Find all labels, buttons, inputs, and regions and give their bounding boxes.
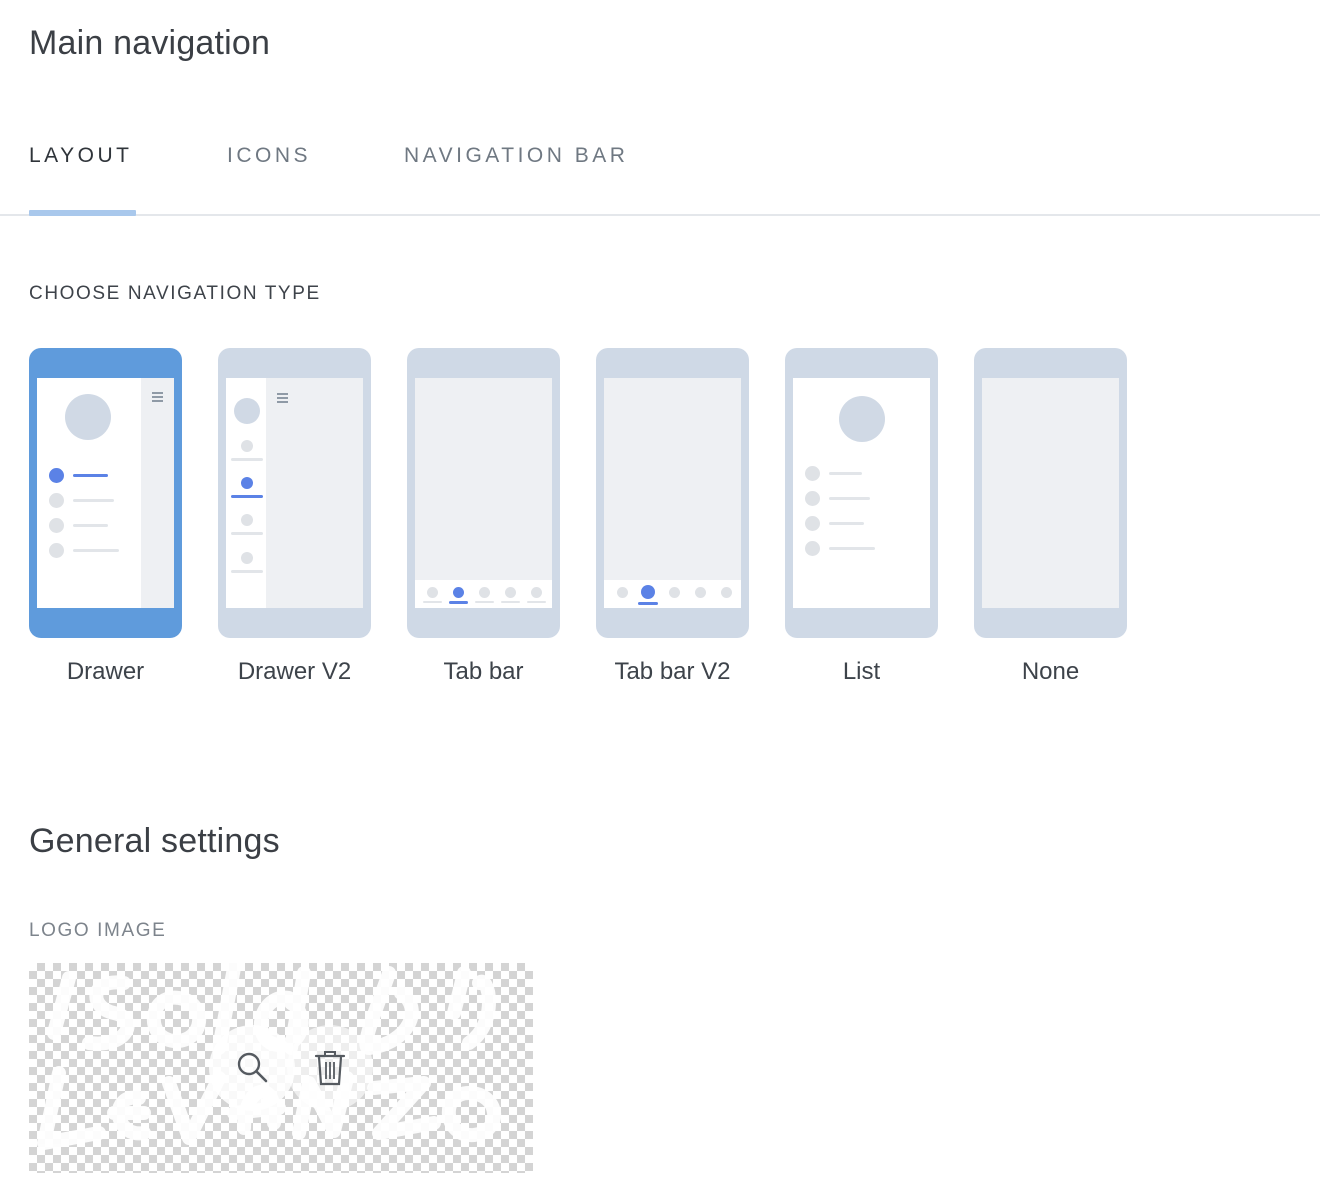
- general-settings-title: General settings: [29, 822, 280, 860]
- nav-option-none[interactable]: None: [974, 348, 1127, 685]
- drawer-preview: [29, 348, 182, 638]
- nav-option-label: Tab bar V2: [614, 658, 731, 685]
- active-tab-indicator: [29, 210, 136, 216]
- list-preview: [785, 348, 938, 638]
- nav-option-label: Drawer: [66, 658, 145, 685]
- choose-navigation-type-heading: CHOOSE NAVIGATION TYPE: [29, 283, 321, 304]
- none-preview: [974, 348, 1127, 638]
- nav-option-tab-bar[interactable]: Tab bar: [407, 348, 560, 685]
- nav-option-tab-bar-v2[interactable]: Tab bar V2: [596, 348, 749, 685]
- logo-image-label: LOGO IMAGE: [29, 920, 167, 941]
- logo-image-preview[interactable]: [29, 963, 533, 1173]
- drawer-v2-preview: [218, 348, 371, 638]
- tab-bar-preview: [407, 348, 560, 638]
- nav-option-drawer-v2[interactable]: Drawer V2: [218, 348, 371, 685]
- nav-option-drawer[interactable]: Drawer: [29, 348, 182, 685]
- tab-navigation-bar[interactable]: NAVIGATION BAR: [404, 144, 628, 168]
- search-icon: [237, 1052, 268, 1083]
- logo-actions: [209, 1025, 373, 1111]
- tab-icons[interactable]: ICONS: [227, 144, 311, 168]
- nav-option-label: List: [842, 658, 881, 685]
- nav-option-label: Drawer V2: [237, 658, 352, 685]
- nav-option-label: None: [1021, 658, 1080, 685]
- delete-logo-button[interactable]: [287, 1025, 373, 1111]
- trash-icon: [314, 1051, 346, 1086]
- page-title: Main navigation: [29, 24, 271, 62]
- nav-option-list[interactable]: List: [785, 348, 938, 685]
- tab-layout[interactable]: LAYOUT: [29, 144, 132, 168]
- tab-bar: LAYOUT ICONS NAVIGATION BAR: [0, 120, 1320, 216]
- nav-option-label: Tab bar: [443, 658, 524, 685]
- tab-bar-v2-preview: [596, 348, 749, 638]
- navigation-type-options: Drawer Drawer V2 Tab bar Tab bar V2 List…: [29, 348, 1139, 698]
- zoom-logo-button[interactable]: [209, 1025, 295, 1111]
